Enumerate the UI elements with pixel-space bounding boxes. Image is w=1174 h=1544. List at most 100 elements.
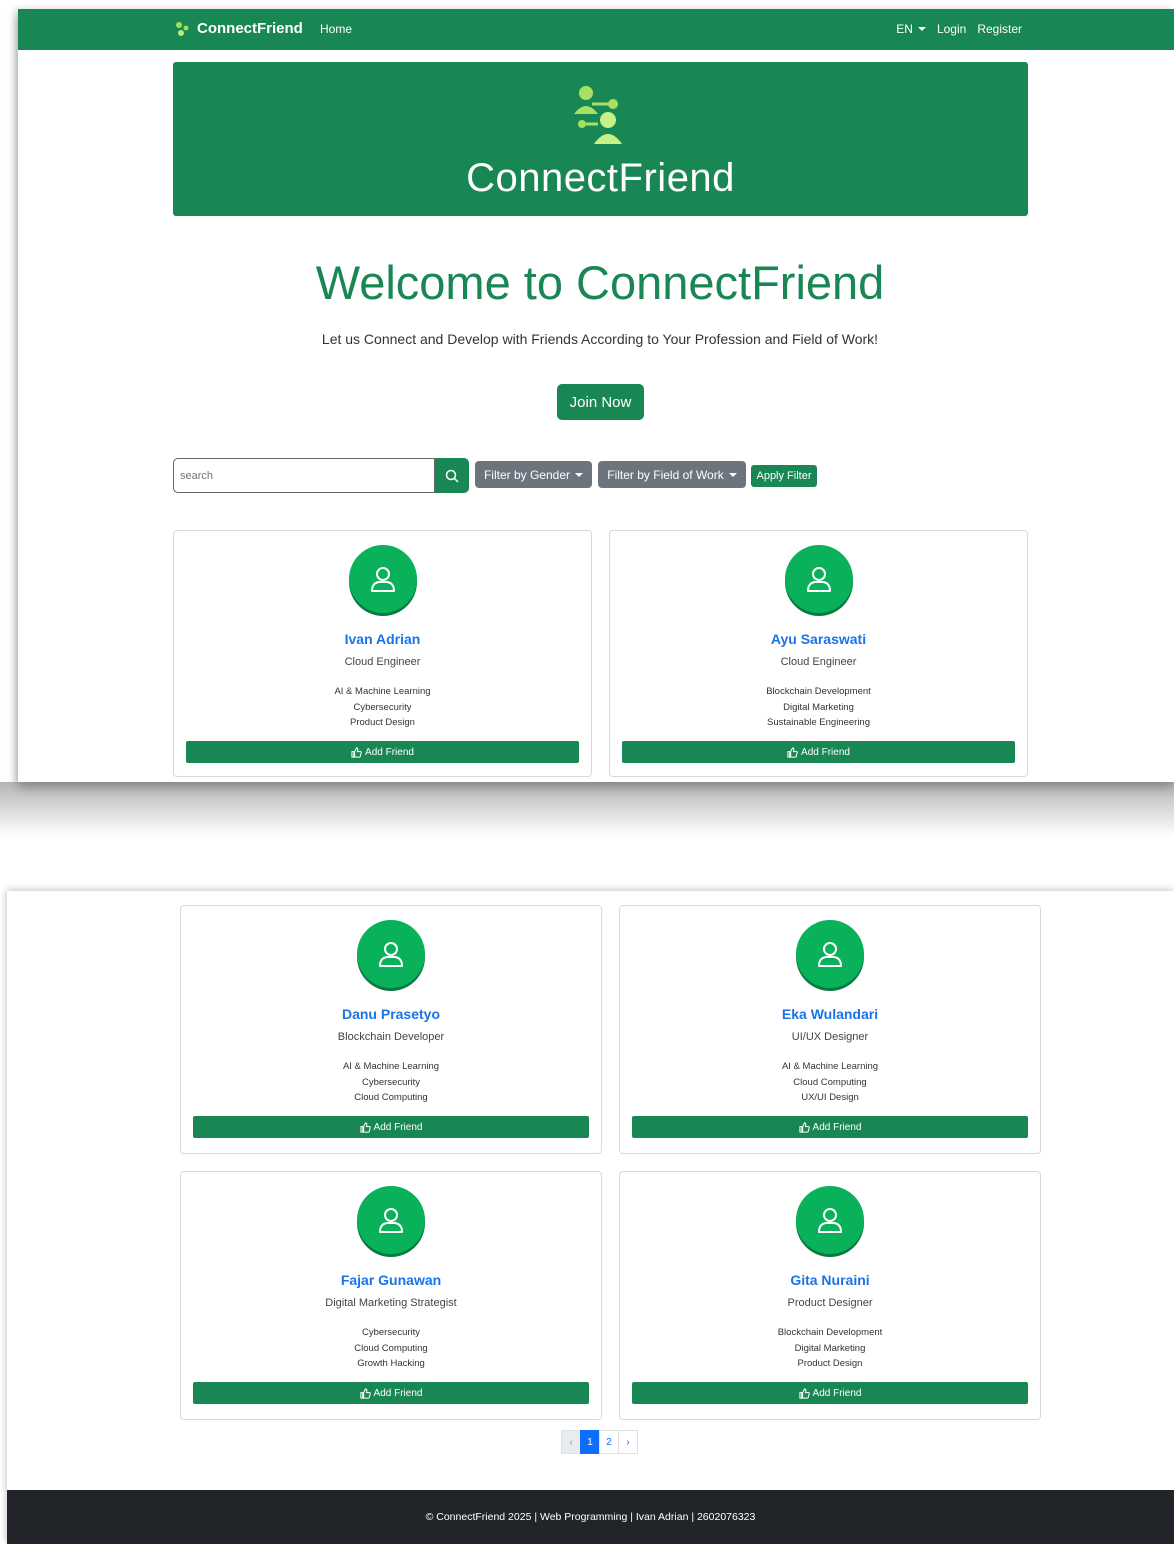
thumbs-up-icon <box>351 746 362 758</box>
field-item: Cloud Computing <box>354 1342 428 1354</box>
field-item: UX/UI Design <box>801 1092 859 1103</box>
thumbs-up-icon <box>359 1121 371 1133</box>
search-button[interactable] <box>435 458 469 493</box>
pagination-next-button[interactable]: › <box>618 1430 638 1454</box>
field-item: Cybersecurity <box>361 1327 421 1338</box>
user-profession: UI/UX Designer <box>791 1031 869 1043</box>
add-friend-label: Add Friend <box>373 1121 423 1133</box>
add-friend-label: Add Friend <box>812 1121 862 1133</box>
thumbs-up-icon <box>359 1387 371 1399</box>
pagination-page-2[interactable]: 2 <box>599 1430 619 1454</box>
add-friend-label: Add Friend <box>365 746 414 758</box>
apply-filter-button[interactable]: Apply Filter <box>751 465 817 487</box>
user-fields: AI & Machine Learning Cloud Computing UX… <box>620 1059 1040 1106</box>
user-name[interactable]: Ivan Adrian <box>174 631 591 647</box>
add-friend-button[interactable]: Add Friend <box>632 1382 1028 1404</box>
search-group <box>173 458 469 493</box>
banner-title: ConnectFriend <box>466 156 735 200</box>
add-friend-button[interactable]: Add Friend <box>622 741 1015 763</box>
field-item: AI & Machine Learning <box>342 1061 440 1072</box>
user-name[interactable]: Fajar Gunawan <box>181 1272 601 1288</box>
caret-down-icon <box>728 472 737 477</box>
field-item: Product Design <box>350 717 415 728</box>
field-item: Sustainable Engineering <box>767 717 870 728</box>
field-item: Growth Hacking <box>357 1358 425 1369</box>
user-profession: Cloud Engineer <box>780 656 857 668</box>
user-name[interactable]: Gita Nuraini <box>620 1272 1040 1288</box>
navbar: ConnectFriend Home EN Login Register <box>18 9 1174 50</box>
add-friend-label: Add Friend <box>812 1387 862 1399</box>
footer: © ConnectFriend 2025 | Web Programming |… <box>7 1490 1174 1544</box>
user-name[interactable]: Ayu Saraswati <box>610 631 1027 647</box>
filter-field-dropdown[interactable]: Filter by Field of Work <box>598 461 746 488</box>
user-icon <box>370 567 395 592</box>
caret-down-icon <box>917 27 926 31</box>
nav-register-link[interactable]: Register <box>977 22 1022 36</box>
people-network-logo-icon <box>574 86 622 144</box>
thumbs-up-icon <box>798 1387 810 1399</box>
user-card: Eka Wulandari UI/UX Designer AI & Machin… <box>619 905 1041 1154</box>
user-fields: Cybersecurity Cloud Computing Growth Hac… <box>181 1325 601 1372</box>
field-item: AI & Machine Learning <box>781 1061 879 1072</box>
user-profession: Product Designer <box>787 1297 873 1309</box>
field-item: AI & Machine Learning <box>334 686 431 697</box>
search-input[interactable] <box>173 458 435 493</box>
user-icon <box>379 942 403 967</box>
page-top-section: ConnectFriend Home EN Login Register Con… <box>18 9 1174 782</box>
tagline-text: Let us Connect and Develop with Friends … <box>321 331 879 347</box>
user-icon <box>379 1208 403 1233</box>
add-friend-button[interactable]: Add Friend <box>632 1116 1028 1138</box>
thumbs-up-icon <box>787 746 798 758</box>
user-card: Ayu Saraswati Cloud Engineer Blockchain … <box>609 530 1028 777</box>
filter-field-label: Filter by Field of Work <box>607 467 724 482</box>
user-fields: Blockchain Development Digital Marketing… <box>610 684 1027 731</box>
avatar <box>348 545 417 613</box>
filter-gender-label: Filter by Gender <box>483 467 571 482</box>
add-friend-label: Add Friend <box>373 1387 423 1399</box>
thumbs-up-icon <box>798 1121 810 1133</box>
field-item: Cybersecurity <box>353 701 412 713</box>
pagination-prev-button[interactable]: ‹ <box>561 1430 581 1454</box>
brand-link[interactable]: ConnectFriend <box>175 20 303 37</box>
avatar <box>784 545 853 613</box>
avatar <box>357 920 425 988</box>
add-friend-button[interactable]: Add Friend <box>193 1116 589 1138</box>
nav-login-link[interactable]: Login <box>937 22 966 36</box>
user-card: Fajar Gunawan Digital Marketing Strategi… <box>180 1171 602 1420</box>
search-icon <box>445 469 459 483</box>
language-dropdown[interactable]: EN <box>896 22 926 36</box>
field-item: Cloud Computing <box>793 1076 867 1088</box>
field-item: Digital Marketing <box>783 701 854 713</box>
avatar <box>796 1186 864 1254</box>
add-friend-button[interactable]: Add Friend <box>193 1382 589 1404</box>
user-profession: Digital Marketing Strategist <box>325 1297 457 1309</box>
user-fields: AI & Machine Learning Cybersecurity Clou… <box>181 1059 601 1106</box>
page-bottom-section: Danu Prasetyo Blockchain Developer AI & … <box>7 891 1174 1544</box>
field-item: Cybersecurity <box>361 1076 421 1088</box>
field-item: Cloud Computing <box>354 1092 428 1103</box>
add-friend-button[interactable]: Add Friend <box>186 741 579 763</box>
hero-banner: ConnectFriend <box>173 62 1028 216</box>
user-icon <box>806 567 831 592</box>
people-network-icon <box>176 21 189 36</box>
join-now-button[interactable]: Join Now <box>557 384 644 420</box>
user-card: Gita Nuraini Product Designer Blockchain… <box>619 1171 1041 1420</box>
user-profession: Cloud Engineer <box>344 656 421 668</box>
screenshot-shadow <box>0 782 1174 837</box>
user-profession: Blockchain Developer <box>337 1031 445 1043</box>
user-name[interactable]: Danu Prasetyo <box>181 1006 601 1022</box>
language-label: EN <box>896 22 913 36</box>
pagination-page-1[interactable]: 1 <box>580 1430 600 1454</box>
user-icon <box>818 942 842 967</box>
avatar <box>796 920 864 988</box>
field-item: Blockchain Development <box>777 1327 883 1338</box>
filter-gender-dropdown[interactable]: Filter by Gender <box>475 461 592 488</box>
brand-name: ConnectFriend <box>197 20 303 37</box>
user-icon <box>818 1208 842 1233</box>
nav-home-link[interactable]: Home <box>320 22 352 36</box>
user-name[interactable]: Eka Wulandari <box>620 1006 1040 1022</box>
field-item: Digital Marketing <box>794 1342 866 1354</box>
footer-text: © ConnectFriend 2025 | Web Programming |… <box>425 1511 756 1523</box>
welcome-heading: Welcome to ConnectFriend <box>315 256 885 309</box>
user-fields: Blockchain Development Digital Marketing… <box>620 1325 1040 1372</box>
